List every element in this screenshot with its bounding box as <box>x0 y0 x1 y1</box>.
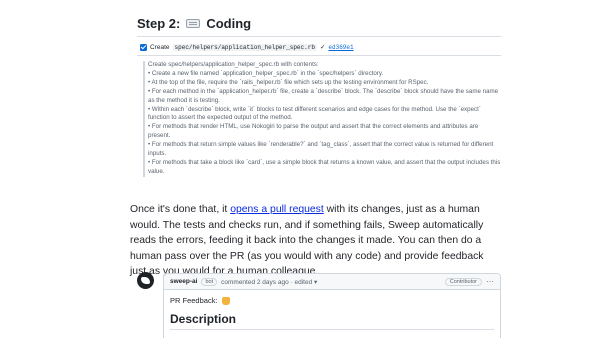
comment-header: sweep-ai bot commented 2 days ago · edit… <box>164 274 500 290</box>
sweep-logo-icon <box>141 277 150 284</box>
instruction-line: • For each method in the `application_he… <box>148 87 499 104</box>
instruction-line: • Within each `describe` block, write `i… <box>148 105 481 122</box>
pr-feedback-label: PR Feedback: <box>170 296 218 305</box>
pr-feedback: PR Feedback: <box>170 296 494 305</box>
task-file: spec/helpers/application_helper_spec.rb <box>172 43 317 51</box>
body-paragraph: Once it's done that, it opens a pull req… <box>130 202 502 280</box>
commit-link[interactable]: ed369e1 <box>328 44 353 51</box>
instruction-line: • For methods that take a block like `ca… <box>148 158 501 175</box>
avatar[interactable] <box>137 272 154 289</box>
step-heading: Step 2: Coding <box>137 16 251 31</box>
keyboard-icon <box>186 19 201 28</box>
comment-box: sweep-ai bot commented 2 days ago · edit… <box>163 273 501 338</box>
instruction-line: Create spec/helpers/application_helper_s… <box>148 61 319 68</box>
step-prefix: Step 2: <box>137 16 181 31</box>
contributor-badge: Contributor <box>444 277 482 286</box>
comment-author[interactable]: sweep-ai <box>170 278 197 285</box>
comment-meta[interactable]: commented 2 days ago · edited ▾ <box>221 278 317 286</box>
task-row: Create spec/helpers/application_helper_s… <box>140 43 354 51</box>
thumbs-up-icon <box>221 296 230 305</box>
open-pr-link[interactable]: opens a pull request <box>230 204 324 215</box>
divider <box>137 55 501 56</box>
task-checkbox[interactable] <box>140 43 147 51</box>
step-title: Coding <box>206 16 252 31</box>
comment-body: PR Feedback: Description <box>164 290 500 336</box>
check-icon: ✓ <box>319 44 326 51</box>
paragraph-text: with its changes, just as a human would.… <box>130 204 484 278</box>
paragraph-text: Once it's done that, it <box>130 204 231 215</box>
instruction-line: • For methods that render HTML, use Noko… <box>148 123 479 140</box>
instructions-block: Create spec/helpers/application_helper_s… <box>143 61 501 177</box>
task-action: Create <box>150 43 170 51</box>
instruction-line: • For methods that return simple values … <box>148 141 494 158</box>
instruction-line: • At the top of the file, require the `r… <box>148 78 429 86</box>
more-options-icon[interactable]: ··· <box>486 277 494 286</box>
instruction-line: • Create a new file named `application_h… <box>148 69 384 77</box>
bot-badge: bot <box>201 277 218 286</box>
divider <box>137 36 501 37</box>
description-heading: Description <box>170 312 494 330</box>
